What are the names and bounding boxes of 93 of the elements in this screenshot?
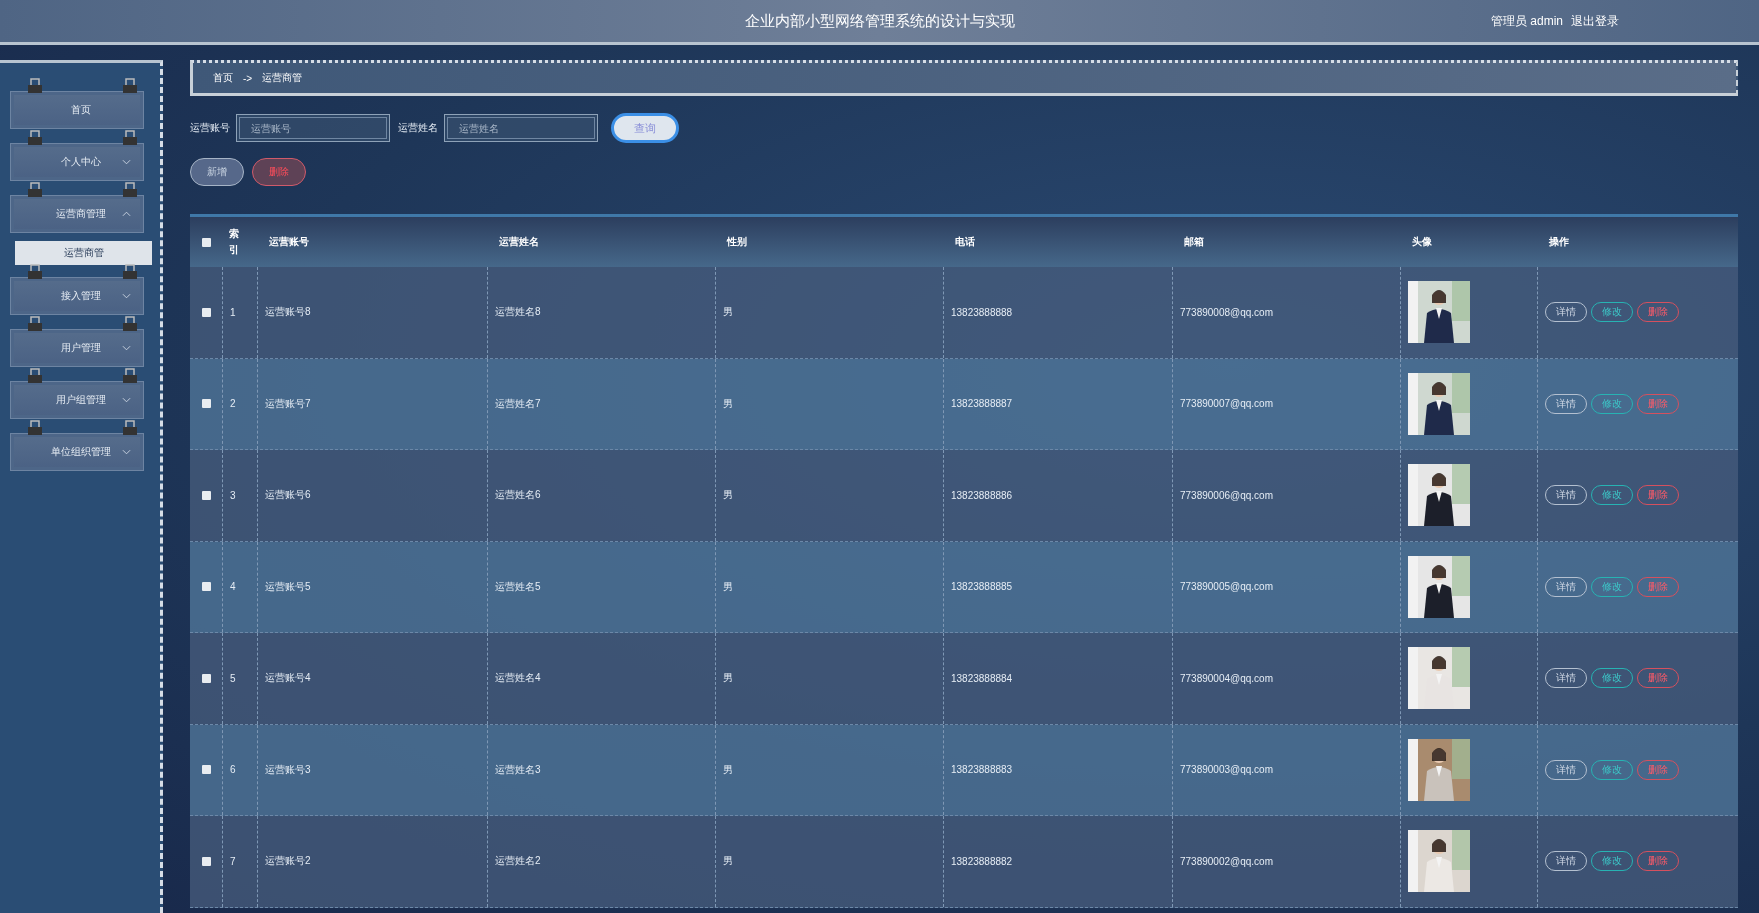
search-field[interactable]: 运营账号: [236, 114, 390, 142]
menu-item[interactable]: 用户管理: [10, 329, 144, 367]
checkbox[interactable]: [201, 490, 211, 500]
table-cell: 男: [723, 854, 733, 869]
delete-button[interactable]: 删除: [252, 158, 306, 186]
table-cell: 运营账号5: [265, 579, 311, 594]
clip-icon: [27, 77, 43, 93]
table-cell: 男: [723, 671, 733, 686]
table-cell: 773890003@qq.com: [1180, 764, 1273, 776]
column-header: 电话: [955, 235, 975, 249]
search-button[interactable]: 查询: [611, 113, 679, 143]
add-button[interactable]: 新增: [190, 158, 244, 186]
checkbox[interactable]: [201, 399, 211, 409]
menu-item[interactable]: 首页: [10, 91, 144, 129]
column-header: 运营账号: [269, 235, 309, 249]
clip-icon: [27, 315, 43, 331]
table-cell: 运营账号4: [265, 671, 311, 686]
table-cell: 运营姓名5: [495, 579, 541, 594]
menu-item[interactable]: 单位组织管理: [10, 433, 144, 471]
table-cell: 男: [723, 488, 733, 503]
clip-icon: [122, 129, 138, 145]
table-cell: 13823888884: [951, 672, 1013, 684]
table-cell: 运营姓名7: [495, 396, 541, 411]
table-cell: 773890005@qq.com: [1180, 581, 1273, 593]
table-cell: 男: [723, 762, 733, 777]
table-cell: 13823888886: [951, 489, 1013, 501]
logout-link[interactable]: 退出登录: [1571, 12, 1619, 30]
checkbox[interactable]: [201, 307, 211, 317]
menu-item[interactable]: 个人中心: [10, 143, 144, 181]
clip-icon: [27, 129, 43, 145]
search-field[interactable]: 运营姓名: [444, 114, 598, 142]
table-cell: 13823888887: [951, 398, 1013, 410]
clip-icon: [122, 77, 138, 93]
checkbox[interactable]: [201, 856, 211, 866]
table-cell: 2: [230, 398, 236, 410]
table-cell: 773890007@qq.com: [1180, 398, 1273, 410]
table-cell: 5: [230, 672, 236, 684]
user-label: 管理员 admin: [1490, 12, 1563, 30]
clip-icon: [122, 315, 138, 331]
table-cell: 4: [230, 581, 236, 593]
clip-icon: [27, 181, 43, 197]
checkbox[interactable]: [201, 673, 211, 683]
clip-icon: [27, 367, 43, 383]
table-cell: 运营账号7: [265, 396, 311, 411]
table-cell: 男: [723, 305, 733, 320]
table-cell: 6: [230, 764, 236, 776]
table-cell: 773890006@qq.com: [1180, 489, 1273, 501]
field-label: 运营账号: [190, 121, 230, 135]
column-header: 性别: [727, 235, 747, 249]
table-cell: 运营姓名8: [495, 305, 541, 320]
clip-icon: [122, 419, 138, 435]
table-cell: 运营姓名4: [495, 671, 541, 686]
table-cell: 运营账号8: [265, 305, 311, 320]
table-cell: 773890004@qq.com: [1180, 672, 1273, 684]
table-cell: 运营账号3: [265, 762, 311, 777]
table-cell: 13823888885: [951, 581, 1013, 593]
submenu-item[interactable]: 运营商管: [15, 241, 152, 265]
checkbox[interactable]: [201, 582, 211, 592]
table-cell: 773890008@qq.com: [1180, 306, 1273, 318]
table-cell: 13823888888: [951, 306, 1013, 318]
table-cell: 运营姓名6: [495, 488, 541, 503]
clip-icon: [27, 263, 43, 279]
clip-icon: [122, 263, 138, 279]
menu-item[interactable]: 用户组管理: [10, 381, 144, 419]
table-cell: 3: [230, 489, 236, 501]
table-cell: 13823888883: [951, 764, 1013, 776]
table-cell: 男: [723, 396, 733, 411]
table-cell: 运营账号6: [265, 488, 311, 503]
checkbox[interactable]: [201, 765, 211, 775]
clip-icon: [122, 181, 138, 197]
column-header: 运营姓名: [499, 235, 539, 249]
menu-item[interactable]: 运营商管理: [10, 195, 144, 233]
checkbox[interactable]: [201, 237, 211, 247]
breadcrumb-item[interactable]: 运营商管: [262, 71, 303, 85]
table-cell: 运营姓名3: [495, 762, 541, 777]
menu-item[interactable]: 接入管理: [10, 277, 144, 315]
table-cell: 773890002@qq.com: [1180, 855, 1273, 867]
field-label: 运营姓名: [398, 121, 438, 135]
table-cell: 1: [230, 306, 236, 318]
table-cell: 运营姓名2: [495, 854, 541, 869]
breadcrumb-item[interactable]: 首页: [213, 71, 233, 85]
column-header: 邮箱: [1184, 235, 1204, 249]
breadcrumb-separator: ->: [243, 72, 253, 84]
column-header: 操作: [1549, 235, 1569, 249]
table-cell: 7: [230, 855, 236, 867]
table-cell: 13823888882: [951, 855, 1013, 867]
column-header: 头像: [1412, 235, 1432, 249]
table-cell: 男: [723, 579, 733, 594]
table-cell: 运营账号2: [265, 854, 311, 869]
clip-icon: [27, 419, 43, 435]
column-header: 索引: [229, 227, 240, 257]
page-title: 企业内部小型网络管理系统的设计与实现: [744, 11, 1015, 31]
clip-icon: [122, 367, 138, 383]
